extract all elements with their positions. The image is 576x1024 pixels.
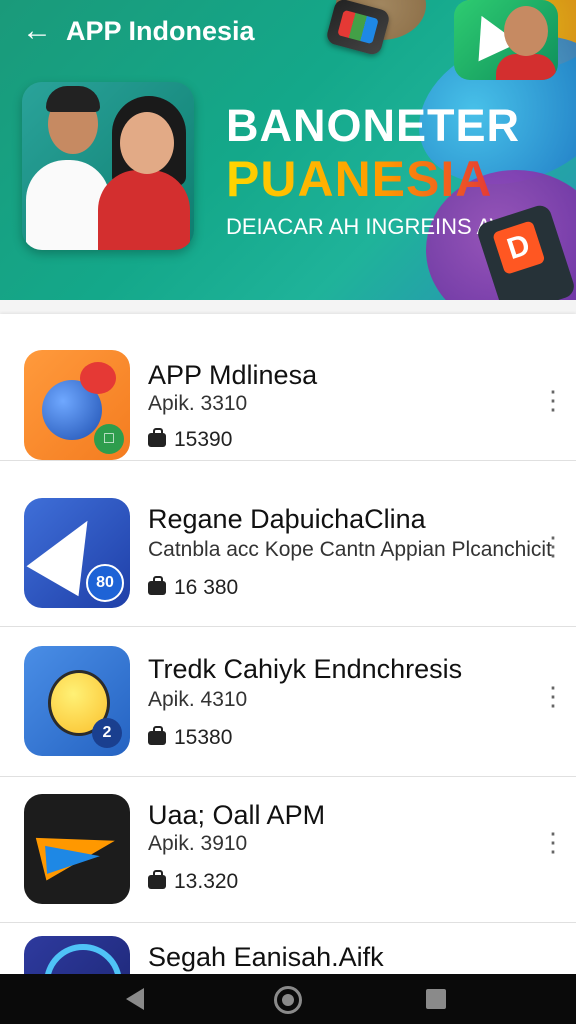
banner-subtitle: PUANESIA: [226, 151, 493, 207]
nav-home-icon[interactable]: [274, 986, 302, 1014]
list-item[interactable]: Uaa; Oall APM Apik. 3910 13.320 ⋮: [0, 776, 576, 923]
app-icon-colorful-plane: [24, 794, 130, 904]
nav-back-icon[interactable]: [126, 988, 144, 1010]
app-icon-ring: [24, 936, 130, 974]
app-name: Regane DaþuichaClina: [148, 504, 426, 534]
bag-icon: [148, 576, 166, 595]
list-item[interactable]: Segah Eanisah.Aifk: [0, 922, 576, 974]
hero-image: [22, 82, 194, 250]
app-name: Tredk Cahiyk Endnchresis: [148, 654, 463, 684]
card-graphic: [325, 0, 391, 57]
bag-icon: [148, 726, 166, 745]
app-subtitle: Apik. 3910: [148, 832, 248, 855]
app-subtitle: Apik. 4310: [148, 688, 248, 711]
more-options-icon[interactable]: ⋮: [540, 683, 566, 730]
more-options-icon[interactable]: ⋮: [540, 829, 566, 876]
app-name: Uaa; Oall APM: [148, 800, 326, 830]
list-item[interactable]: 2 Tredk Cahiyk Endnchresis Apik. 4310 15…: [0, 630, 576, 777]
app-icon-smiley: 2: [24, 646, 130, 756]
more-options-icon[interactable]: ⋮: [540, 533, 566, 580]
list-item[interactable]: □ APP Mdlinesa Apik. 3310 15390 ⋮: [0, 314, 576, 461]
nav-recents-icon[interactable]: [426, 989, 446, 1009]
app-logo: [454, 0, 558, 80]
banner-title: BANONETER: [226, 100, 521, 151]
app-icon-paper-plane: 80: [24, 498, 130, 608]
banner-tagline: DEIACAR AH INGREINS AVI: [226, 214, 511, 239]
app-name: Segah Eanisah.Aifk: [148, 942, 384, 972]
app-list: □ APP Mdlinesa Apik. 3310 15390 ⋮ 80 Reg…: [0, 314, 576, 974]
download-count: 16 380: [148, 576, 238, 600]
page-title: APP Indonesia: [66, 16, 255, 46]
download-count: 15390: [148, 428, 232, 452]
download-count: 13.320: [148, 870, 238, 894]
download-count: 15380: [148, 726, 232, 750]
app-subtitle: Catnbla acc Kope Cantn Appian Plcanchici…: [148, 538, 552, 561]
system-navbar: [0, 974, 576, 1024]
more-options-icon[interactable]: ⋮: [540, 387, 566, 434]
app-name: APP Mdlinesa: [148, 360, 318, 390]
header-banner: ← APP Indonesia BANONETER PUANESIA DEIAC…: [0, 0, 576, 300]
app-icon-rocket-bear: □: [24, 350, 130, 460]
bag-icon: [148, 870, 166, 889]
app-subtitle: Apik. 3310: [148, 392, 248, 415]
list-item[interactable]: 80 Regane DaþuichaClina Catnbla acc Kope…: [0, 480, 576, 627]
back-arrow-icon[interactable]: ←: [22, 14, 56, 48]
bag-icon: [148, 428, 166, 447]
